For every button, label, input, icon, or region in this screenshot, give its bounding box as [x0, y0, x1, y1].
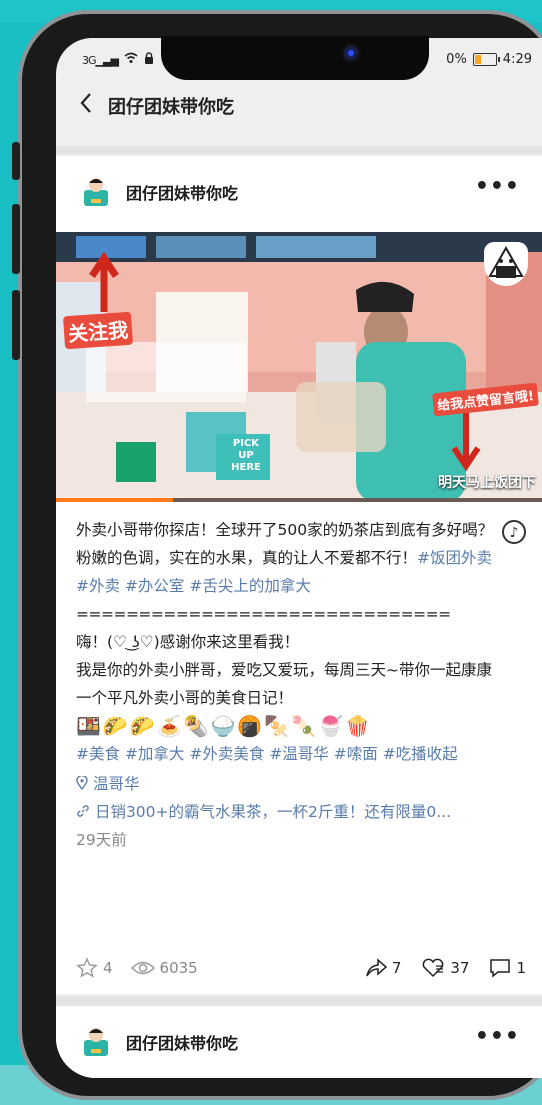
share-button[interactable]: 7: [365, 958, 402, 978]
greeting-text: 嗨！(♡ ͜ʖ♡)感谢你来这里看我！: [76, 633, 300, 651]
music-note-icon[interactable]: ♪: [502, 520, 526, 544]
video-frame: [56, 232, 542, 502]
video-progress-fill: [56, 498, 173, 502]
avatar[interactable]: [78, 174, 114, 210]
volume-down-button: [12, 290, 20, 360]
ricebowl-logo-icon: [484, 242, 528, 286]
divider: [56, 996, 542, 1006]
video-player[interactable]: 关注我 给我点赞留言哦! PICK UP HERE 明天马上饭团下: [56, 232, 542, 502]
hashtag[interactable]: #舌尖上的加拿大: [189, 577, 311, 595]
divider-line: ==============================: [76, 605, 451, 623]
post-card: 团仔团妹带你吃 ••• 关注我 给我点赞留言哦! PICK UP HERE 明天…: [56, 156, 542, 994]
front-camera: [344, 46, 358, 60]
comment-count: 1: [516, 959, 526, 977]
like-count: 37: [450, 959, 470, 977]
phone-notch: [161, 36, 429, 80]
post-body: 外卖小哥带你探店！全球开了500家的奶茶店到底有多好喝？粉嫩的色调，实在的水果，…: [76, 516, 496, 854]
hashtag[interactable]: #吃播收起: [383, 745, 458, 763]
pickup-sign: PICK UP HERE: [231, 438, 261, 473]
link-row[interactable]: 日销300+的霸气水果茶，一杯2斤重！还有限量0...: [76, 798, 516, 826]
post-card-next: 团仔团妹带你吃 •••: [56, 1006, 542, 1078]
heart-icon: [423, 958, 444, 978]
volume-up-button: [12, 204, 20, 274]
hashtag[interactable]: #饭团外卖: [417, 549, 492, 567]
favorite-button[interactable]: 4: [76, 957, 113, 979]
hashtag-list: #美食 #加拿大 #外卖美食 #温哥华 #嗦面 #吃播收起: [76, 740, 496, 768]
hashtag[interactable]: #美食: [76, 745, 120, 763]
battery-percent: 0%: [446, 52, 467, 67]
emoji-row: 🍱🌮🌮🍝🌯🍚🍘🍢🍡🍧🍿: [76, 714, 372, 738]
app-screen: 3G▁▃▅ 0% 4:29 团仔团妹带你吃 团仔团妹带你吃 ••• 关注我 给我…: [56, 38, 542, 1078]
eye-icon: [130, 961, 155, 975]
page-title: 团仔团妹带你吃: [108, 97, 234, 118]
link-text: 日销300+的霸气水果茶，一杯2斤重！还有限量0...: [94, 803, 452, 821]
mute-switch: [12, 142, 20, 180]
battery-icon: [472, 53, 500, 66]
intro-text: 我是你的外卖小胖哥，爱吃又爱玩，每周三天~带你一起康康一个平凡外卖小哥的美食日记…: [76, 661, 492, 707]
author-name[interactable]: 团仔团妹带你吃: [126, 180, 238, 204]
signal-icon: 3G▁▃▅: [82, 53, 119, 67]
comment-bubble-icon: [490, 959, 511, 978]
post-header: 团仔团妹带你吃: [78, 174, 238, 210]
hashtag[interactable]: #办公室: [125, 577, 185, 595]
hashtag[interactable]: #外卖美食: [189, 745, 264, 763]
post-time: 29天前: [76, 831, 127, 849]
more-options-icon[interactable]: •••: [475, 1024, 520, 1049]
hashtag[interactable]: #温哥华: [269, 745, 329, 763]
wifi-icon: [124, 52, 138, 68]
back-arrow-icon[interactable]: [66, 91, 106, 121]
lock-icon: [144, 52, 154, 68]
views-stat: 6035: [130, 959, 198, 977]
share-count: 7: [391, 959, 402, 977]
more-options-icon[interactable]: •••: [475, 174, 520, 199]
post-header: 团仔团妹带你吃: [78, 1024, 238, 1060]
video-subtitle: 明天马上饭团下: [438, 475, 536, 491]
location-row[interactable]: 温哥华: [76, 770, 496, 798]
follow-me-tag: 关注我: [62, 311, 134, 350]
divider: [56, 146, 542, 154]
post-action-bar: 4 6035 7 37 1: [76, 952, 526, 984]
favorite-count: 4: [103, 959, 113, 977]
top-navigation-bar: 团仔团妹带你吃: [56, 82, 542, 130]
link-icon: [76, 803, 95, 821]
hashtag[interactable]: #加拿大: [125, 745, 185, 763]
like-button[interactable]: 37: [421, 958, 469, 978]
star-icon: [76, 957, 98, 978]
hashtag[interactable]: #嗦面: [334, 745, 378, 763]
clock: 4:29: [502, 52, 532, 67]
view-count: 6035: [159, 959, 198, 977]
avatar[interactable]: [78, 1024, 114, 1060]
location-pin-icon: [76, 774, 93, 793]
hashtag[interactable]: #外卖: [76, 577, 120, 595]
post-description: 外卖小哥带你探店！全球开了500家的奶茶店到底有多好喝？粉嫩的色调，实在的水果，…: [76, 521, 494, 595]
share-arrow-icon: [366, 958, 387, 977]
author-name[interactable]: 团仔团妹带你吃: [126, 1030, 238, 1054]
location-text: 温哥华: [92, 775, 140, 793]
comment-button[interactable]: 1: [489, 958, 526, 978]
